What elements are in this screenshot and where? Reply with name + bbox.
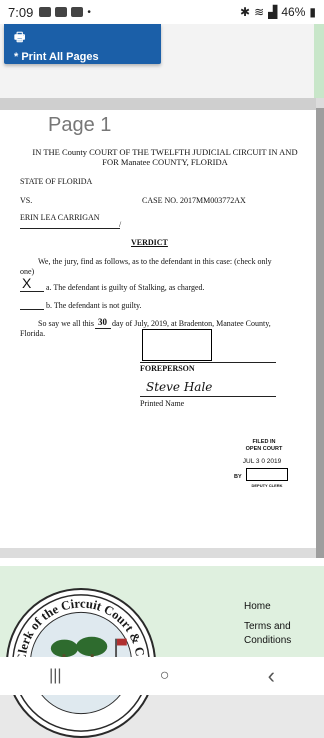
defendant-line	[20, 228, 120, 229]
stamp-date: JUL 3 0 2019	[242, 458, 282, 465]
print-button-label: Print All Pages	[21, 51, 99, 63]
redaction-box	[142, 329, 212, 361]
battery-level: 46%	[281, 5, 306, 19]
print-all-pages-button[interactable]: 🖶 * Print All Pages	[4, 24, 161, 64]
android-nav-bar: ||| ○ ‹	[0, 657, 324, 695]
versus: VS.	[20, 196, 33, 205]
back-button[interactable]: ‹	[268, 663, 275, 689]
verdict-title: VERDICT	[131, 238, 168, 247]
status-right: ✱ ≋ ▟ 46% ▮	[240, 5, 316, 19]
bluetooth-icon: ✱	[240, 5, 251, 19]
closing-prefix: So say we all this	[38, 319, 94, 328]
stamp-clerk: DEPUTY CLERK	[251, 483, 283, 488]
defendant: ERIN LEA CARRIGAN	[20, 213, 100, 222]
clerk-redaction	[246, 468, 288, 481]
page-label: Page 1	[48, 114, 112, 136]
footer-links: Home Terms and Conditions	[244, 600, 291, 648]
option-a-blank	[20, 291, 44, 292]
recent-apps-button[interactable]: |||	[49, 667, 61, 685]
printed-name-line	[140, 396, 276, 397]
plaintiff: STATE OF FLORIDA	[20, 177, 93, 186]
option-b-blank	[20, 309, 44, 310]
court-line-1: IN THE County COURT OF THE TWELFTH JUDIC…	[32, 147, 298, 157]
closing-day: 30	[98, 317, 107, 327]
image-icon	[71, 7, 84, 17]
foreperson-line	[140, 362, 276, 363]
status-bar: 7:09 • ✱ ≋ ▟ 46% ▮	[0, 0, 324, 24]
scrollbar[interactable]	[316, 108, 324, 558]
wifi-icon: ≋	[254, 5, 265, 19]
dot-icon: •	[87, 6, 91, 18]
checkmark-x: X	[22, 275, 32, 291]
side-accent	[314, 24, 324, 98]
closing-suffix: day of July, 2019, at Bradenton, Manatee…	[112, 319, 271, 328]
printer-icon: 🖶	[14, 30, 26, 44]
option-b: b. The defendant is not guilty.	[46, 301, 142, 310]
foreperson-label: FOREPERSON	[140, 364, 195, 373]
defendant-line-end: /	[119, 220, 122, 229]
printed-name-label: Printed Name	[140, 399, 185, 408]
closing-day-line	[95, 328, 111, 329]
closing-line-2: Florida.	[20, 329, 46, 338]
signature: Steve Hale	[146, 380, 213, 394]
stamp-line-1: FILED IN	[252, 439, 276, 445]
intro-line-1: We, the jury, find as follows, as to the…	[38, 257, 272, 266]
case-number: CASE NO. 2017MM003772AX	[142, 196, 246, 205]
notification-icon	[39, 7, 52, 17]
signal-icon: ▟	[268, 5, 278, 19]
court-heading: IN THE County COURT OF THE TWELFTH JUDIC…	[20, 147, 310, 167]
court-line-2: FOR Manatee COUNTY, FLORIDA	[102, 157, 228, 167]
filed-stamp: FILED IN OPEN COURT	[244, 439, 284, 453]
footer-link-terms[interactable]: Terms and	[244, 620, 291, 634]
stamp-prefix: BY	[234, 474, 242, 480]
viewer-top-edge	[0, 98, 316, 110]
mail-icon	[55, 7, 68, 17]
clock: 7:09	[8, 4, 34, 20]
home-button[interactable]: ○	[160, 667, 170, 685]
document-page: Page 1 IN THE County COURT OF THE TWELFT…	[0, 110, 316, 548]
stamp-line-2: OPEN COURT	[245, 446, 283, 452]
battery-icon: ▮	[309, 5, 316, 19]
footer-link-home[interactable]: Home	[244, 600, 291, 614]
option-a: a. The defendant is guilty of Stalking, …	[46, 283, 205, 292]
footer-link-conditions[interactable]: Conditions	[244, 634, 291, 648]
